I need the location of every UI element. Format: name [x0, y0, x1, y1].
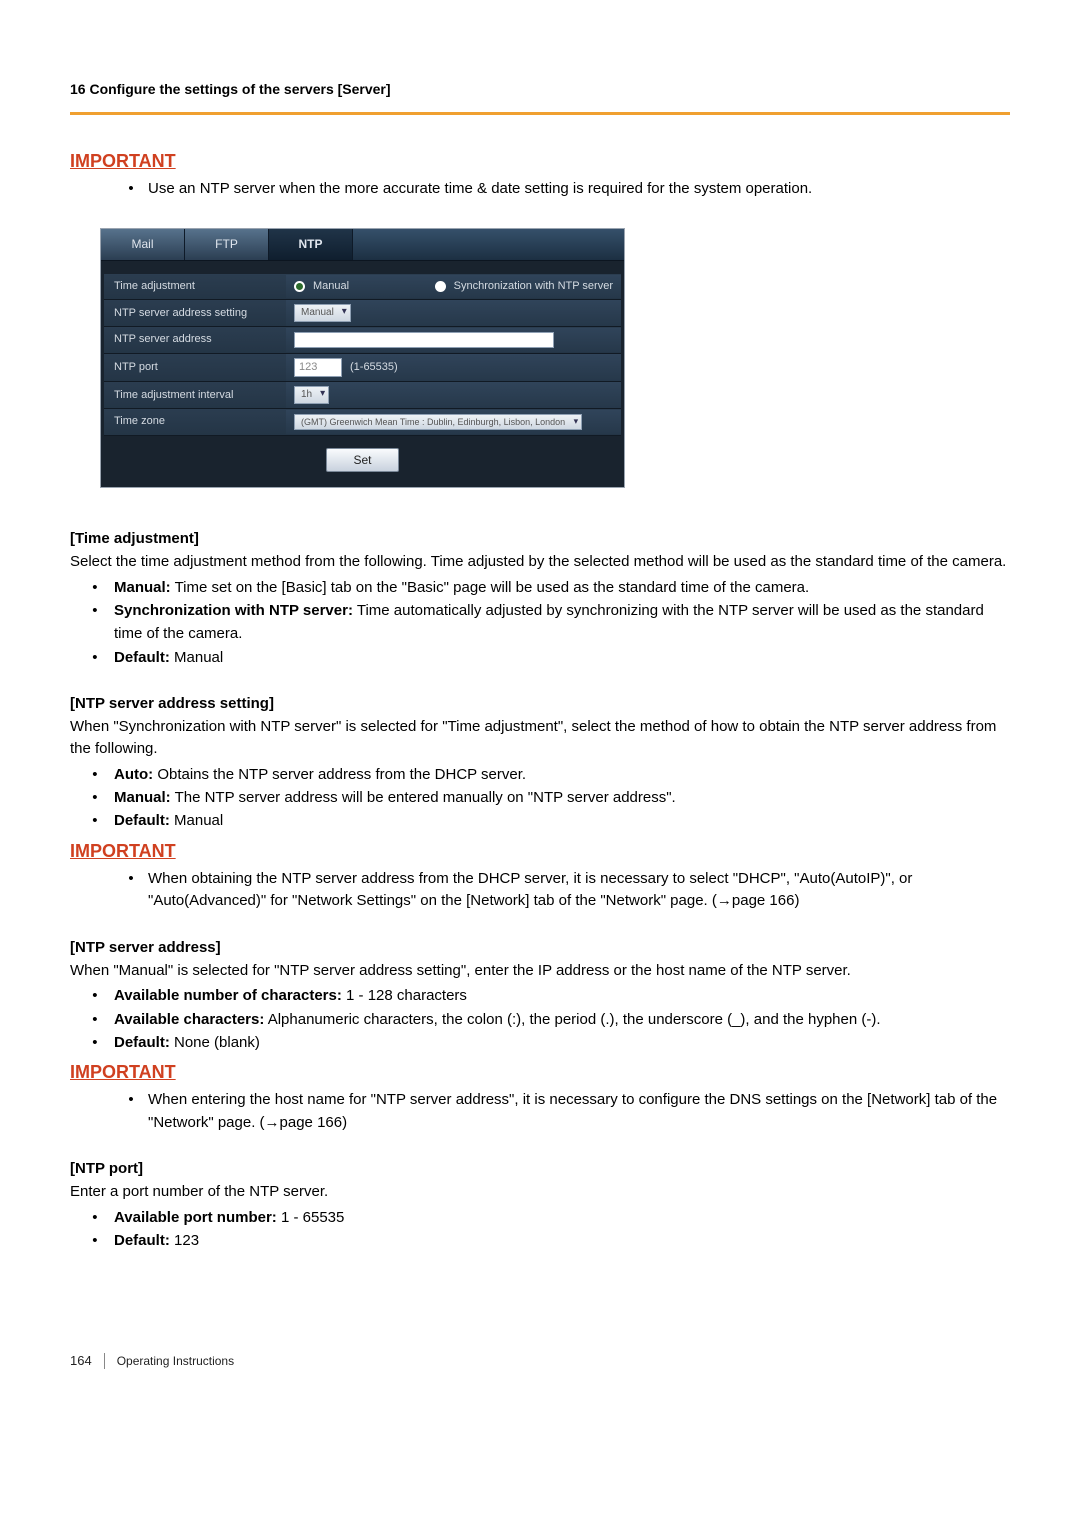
list-item: Available number of characters: 1 - 128 …: [110, 984, 1010, 1007]
port-range-hint: (1-65535): [350, 360, 398, 375]
chapter-header: 16 Configure the settings of the servers…: [70, 80, 1010, 115]
list-item: Available characters: Alphanumeric chara…: [110, 1008, 1010, 1031]
list-item: Default: 123: [110, 1229, 1010, 1252]
section-heading: [NTP server address setting]: [70, 693, 1010, 714]
radio-label: Synchronization with NTP server: [454, 279, 613, 294]
radio-manual[interactable]: [294, 281, 305, 292]
tab-ftp[interactable]: FTP: [185, 229, 269, 260]
paragraph: When "Manual" is selected for "NTP serve…: [70, 960, 1010, 983]
radio-ntp-sync[interactable]: [435, 281, 446, 292]
list-item: Available port number: 1 - 65535: [110, 1206, 1010, 1229]
tab-ntp[interactable]: NTP: [269, 229, 353, 260]
radio-label: Manual: [313, 279, 349, 294]
row-label: Time adjustment: [104, 274, 286, 299]
set-button[interactable]: Set: [326, 448, 398, 473]
server-address-input[interactable]: [294, 332, 554, 348]
timezone-select[interactable]: (GMT) Greenwich Mean Time : Dublin, Edin…: [294, 414, 582, 431]
port-input[interactable]: 123: [294, 358, 342, 377]
list-item: Manual: Time set on the [Basic] tab on t…: [110, 576, 1010, 599]
important-note: Use an NTP server when the more accurate…: [142, 178, 1010, 201]
paragraph: Select the time adjustment method from t…: [70, 551, 1010, 574]
paragraph: When "Synchronization with NTP server" i…: [70, 716, 1010, 761]
important-heading-3: IMPORTANT: [70, 1060, 1010, 1085]
tab-bar: Mail FTP NTP: [101, 229, 624, 261]
important-note: When obtaining the NTP server address fr…: [142, 868, 1010, 913]
address-setting-select[interactable]: Manual: [294, 304, 351, 322]
list-item: Default: Manual: [110, 809, 1010, 832]
important-heading-2: IMPORTANT: [70, 839, 1010, 864]
paragraph: Enter a port number of the NTP server.: [70, 1181, 1010, 1204]
row-label: Time adjustment interval: [104, 383, 286, 408]
page-number: 164: [70, 1352, 92, 1370]
row-label: NTP port: [104, 355, 286, 380]
important-note: When entering the host name for "NTP ser…: [142, 1089, 1010, 1134]
interval-select[interactable]: 1h: [294, 386, 329, 404]
row-label: Time zone: [104, 409, 286, 434]
page-footer: 164 Operating Instructions: [70, 1352, 1010, 1370]
section-heading: [Time adjustment]: [70, 528, 1010, 549]
tab-mail[interactable]: Mail: [101, 229, 185, 260]
list-item: Auto: Obtains the NTP server address fro…: [110, 763, 1010, 786]
ntp-settings-screenshot: Mail FTP NTP Time adjustment Manual Sync…: [100, 228, 625, 488]
footer-label: Operating Instructions: [117, 1353, 234, 1370]
page-xref[interactable]: →page 166: [717, 892, 795, 909]
list-item: Manual: The NTP server address will be e…: [110, 786, 1010, 809]
row-label: NTP server address: [104, 327, 286, 352]
list-item: Default: Manual: [110, 646, 1010, 669]
section-heading: [NTP port]: [70, 1158, 1010, 1179]
important-heading-1: IMPORTANT: [70, 149, 1010, 174]
section-heading: [NTP server address]: [70, 937, 1010, 958]
list-item: Default: None (blank): [110, 1031, 1010, 1054]
page-xref[interactable]: →page 166: [265, 1114, 343, 1131]
list-item: Synchronization with NTP server: Time au…: [110, 599, 1010, 646]
row-label: NTP server address setting: [104, 301, 286, 326]
